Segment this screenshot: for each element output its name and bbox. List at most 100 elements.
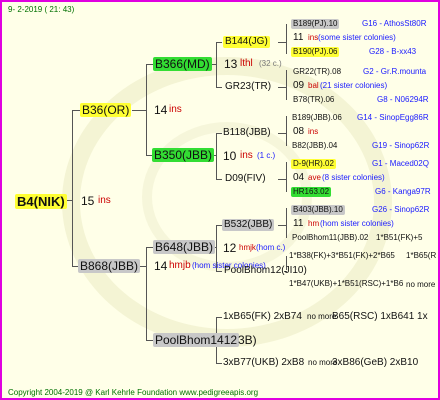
gen3-a1-note: (32 c.) bbox=[259, 59, 282, 68]
gen4-code: G14 - SinopEgg86R bbox=[357, 113, 429, 122]
gen1-father-year: 14 bbox=[154, 259, 168, 273]
gen4-name[interactable]: B82(JBB).04 bbox=[292, 142, 337, 150]
connector bbox=[278, 42, 287, 43]
gen2-b[interactable]: B350(JBB) bbox=[152, 148, 215, 162]
pedigree-frame: 9- 2-2019 ( 21: 43) B4(NIK) 15 ins B36(O… bbox=[0, 0, 440, 400]
gen4-year: 04 bbox=[293, 172, 305, 183]
gen4-year: 11 bbox=[293, 218, 304, 229]
footer-copyright: Copyright 2004-2019 @ Karl Kehrle Founda… bbox=[8, 388, 259, 397]
gen3-b1-year: 10 bbox=[223, 149, 237, 163]
gen1-mother[interactable]: B36(OR) bbox=[80, 103, 132, 117]
connector bbox=[216, 363, 222, 364]
gen4-code: no more bbox=[406, 280, 436, 289]
connector bbox=[216, 87, 222, 88]
gen3-d2-rest: 3xB86(GeB) 2xB10 bbox=[332, 357, 419, 368]
gen4-code: G28 - B-xx43 bbox=[369, 47, 417, 56]
root-year: 15 bbox=[81, 194, 95, 208]
gen1-father-breed: hmjb bbox=[169, 260, 191, 271]
gen4-code: G6 - Kanga97R bbox=[375, 187, 431, 196]
gen4-code: 1*B51(FK)+5 bbox=[376, 233, 423, 242]
gen4-name[interactable]: D-9(HR).02 bbox=[291, 159, 336, 169]
gen4-breed: ins bbox=[308, 127, 319, 136]
root-queen[interactable]: B4(NIK) bbox=[15, 194, 67, 209]
connector bbox=[216, 42, 222, 43]
connector bbox=[216, 133, 217, 179]
gen4-breed: hm bbox=[308, 219, 320, 228]
gen3-c1-year: 12 bbox=[223, 241, 237, 255]
gen4-name[interactable]: 1*B47(UKB)+1*B51(RSC)+1*B6 bbox=[289, 280, 403, 288]
gen4-code: G16 - AthosSt80R bbox=[362, 19, 427, 28]
gen4-year: 09 bbox=[293, 80, 305, 91]
gen4-year: 11 bbox=[293, 32, 304, 43]
connector bbox=[146, 64, 153, 65]
gen2-d-tail: 3B) bbox=[238, 333, 257, 347]
gen4-code: G26 - Sinop62R bbox=[372, 205, 430, 214]
gen1-mother-year: 14 bbox=[154, 103, 168, 117]
gen4-code: G1 - Maced02Q bbox=[372, 159, 429, 168]
gen4-code: 1*B65(R bbox=[406, 251, 437, 260]
connector bbox=[278, 225, 287, 226]
connector bbox=[286, 70, 287, 100]
connector bbox=[72, 110, 73, 266]
connector bbox=[286, 116, 287, 146]
gen4-year: 08 bbox=[293, 126, 305, 137]
gen3-c1-note: (hom c.) bbox=[256, 243, 286, 252]
gen4-breed: ins bbox=[308, 33, 319, 42]
gen3-c1[interactable]: B532(JBB) bbox=[222, 219, 275, 231]
gen4-breed: bal bbox=[308, 81, 319, 90]
gen4-note: (8 sister colonies) bbox=[322, 173, 385, 182]
connector bbox=[146, 340, 153, 341]
gen4-breed: ave bbox=[308, 173, 321, 182]
gen3-c1-breed: hmjk bbox=[239, 243, 256, 252]
gen3-a1-year: 13 bbox=[224, 57, 238, 71]
connector bbox=[132, 110, 147, 111]
connector bbox=[278, 179, 287, 180]
date-stamp: 9- 2-2019 ( 21: 43) bbox=[8, 5, 75, 14]
gen4-name[interactable]: HR163.02 bbox=[291, 187, 332, 197]
gen4-name[interactable]: GR22(TR).08 bbox=[293, 68, 341, 76]
connector bbox=[286, 24, 287, 54]
gen4-note: (some sister colonies) bbox=[318, 33, 396, 42]
connector bbox=[140, 266, 147, 267]
gen3-b2[interactable]: D09(FIV) bbox=[225, 174, 266, 184]
connector bbox=[216, 317, 222, 318]
gen3-d1[interactable]: 1xB65(FK) 2xB74 bbox=[223, 312, 302, 322]
gen4-name[interactable]: B189(JBB).06 bbox=[292, 114, 342, 122]
connector bbox=[286, 208, 287, 238]
gen4-name[interactable]: PoolBhom11(JBB).02 bbox=[292, 234, 368, 242]
root-breed: ins bbox=[98, 195, 111, 206]
gen3-a1-breed: lthl bbox=[240, 58, 253, 69]
gen4-name[interactable]: 1*B38(FK)+3*B51(FK)+2*B65 bbox=[289, 252, 395, 260]
gen1-father[interactable]: B868(JBB) bbox=[78, 259, 141, 273]
gen3-c2[interactable]: PoolBhom12(JI10) bbox=[224, 266, 307, 276]
gen3-a1[interactable]: B144(JG) bbox=[223, 36, 270, 48]
gen2-d[interactable]: PoolBhom1412 bbox=[153, 333, 240, 347]
connector bbox=[286, 162, 287, 192]
gen2-a[interactable]: B366(MD) bbox=[153, 57, 212, 71]
gen4-code: G19 - Sinop62R bbox=[372, 141, 430, 150]
connector bbox=[216, 271, 222, 272]
connector bbox=[216, 133, 222, 134]
gen4-note: (hom sister colonies) bbox=[320, 219, 394, 228]
gen3-b1-note: (1 c.) bbox=[257, 151, 276, 160]
gen4-name[interactable]: B403(JBB).10 bbox=[291, 205, 345, 215]
gen4-note: (21 sister colonies) bbox=[320, 81, 388, 90]
gen4-name[interactable]: B189(PJ).10 bbox=[291, 19, 340, 29]
gen4-name[interactable]: B78(TR).06 bbox=[293, 96, 334, 104]
connector bbox=[146, 247, 147, 340]
connector bbox=[278, 133, 287, 134]
connector bbox=[212, 64, 217, 65]
gen4-code: G8 - N06294R bbox=[377, 95, 429, 104]
gen3-d2[interactable]: 3xB77(UKB) 2xB8 bbox=[223, 358, 304, 368]
gen3-a2[interactable]: GR23(TR) bbox=[225, 82, 271, 92]
gen2-c[interactable]: B648(JBB) bbox=[153, 240, 216, 254]
gen3-b1[interactable]: B118(JBB) bbox=[223, 128, 271, 138]
gen3-b1-breed: ins bbox=[240, 150, 253, 161]
gen3-d1-rest: B65(RSC) 1xB641 1x bbox=[332, 311, 428, 322]
gen4-name[interactable]: B190(PJ).06 bbox=[291, 47, 340, 57]
gen4-code: G2 - Gr.R.mounta bbox=[363, 67, 427, 76]
connector bbox=[278, 87, 287, 88]
gen1-mother-breed: ins bbox=[169, 104, 182, 115]
connector bbox=[146, 247, 153, 248]
connector bbox=[72, 110, 80, 111]
